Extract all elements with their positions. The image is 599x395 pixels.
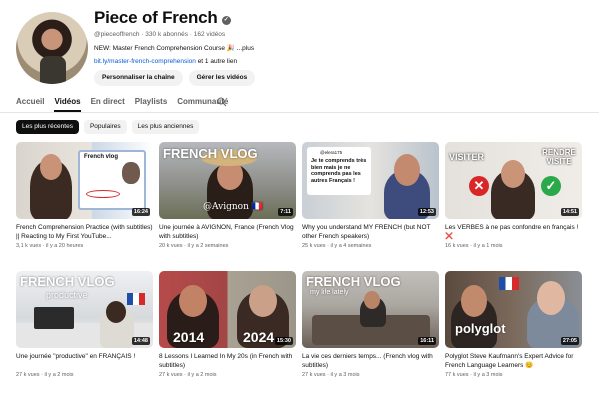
video-card[interactable]: FRENCH VLOG productive 14:48 Une journée… [16, 271, 153, 378]
video-card[interactable]: polyglot 27:05 Polyglot Steve Kaufmann's… [445, 271, 582, 378]
verified-icon: ✓ [221, 16, 231, 25]
thumbnail-overlay: FRENCH VLOG [163, 146, 258, 161]
video-card[interactable]: 2014 2024 15:30 8 Lessons I Learned In M… [159, 271, 296, 378]
video-title[interactable]: Une journée "productive" en FRANÇAIS ! [16, 353, 153, 370]
thumbnail-overlay-secondary: RENDRE VISITE [542, 148, 576, 166]
video-thumbnail[interactable]: @elera175 Je te comprends très bien mais… [302, 142, 439, 219]
video-meta: 16 k vues · il y a 1 mois [445, 243, 503, 249]
tab-live[interactable]: En direct [91, 97, 125, 112]
channel-link[interactable]: bit.ly/master-french-comprehension [94, 58, 196, 65]
thumbnail-overlay: 2014 [173, 329, 205, 345]
video-meta: 27 k vues · il y a 2 mois [16, 372, 74, 378]
video-duration: 14:51 [560, 208, 579, 216]
channel-description[interactable]: NEW: Master French Comprehension Course … [94, 44, 254, 52]
video-duration: 12:53 [417, 208, 436, 216]
channel-name: Piece of French ✓ [94, 8, 231, 28]
thumbnail-overlay-secondary: my life lately [310, 289, 349, 296]
video-thumbnail[interactable]: FRENCH VLOG my life lately 16:11 [302, 271, 439, 348]
thumbnail-overlay-secondary: @Avignon 🇫🇷 [203, 202, 263, 212]
channel-links: bit.ly/master-french-comprehension et 1 … [94, 58, 237, 65]
video-card[interactable]: FRENCH VLOG my life lately 16:11 La vie … [302, 271, 439, 378]
cross-icon: ✕ [469, 176, 489, 196]
tabs-divider [0, 112, 599, 113]
video-card[interactable]: FRENCH VLOG @Avignon 🇫🇷 7:11 Une journée… [159, 142, 296, 249]
sort-chips: Les plus récentes Populaires Les plus an… [16, 120, 200, 134]
video-thumbnail[interactable]: 2014 2024 15:30 [159, 271, 296, 348]
check-icon: ✓ [541, 176, 561, 196]
video-duration: 27:05 [560, 337, 579, 345]
video-meta: 25 k vues · il y a 4 semaines [302, 243, 372, 249]
tab-home[interactable]: Accueil [16, 97, 44, 112]
channel-avatar[interactable] [16, 12, 88, 84]
tab-videos[interactable]: Vidéos [54, 97, 81, 112]
channel-tabs: Accueil Vidéos En direct Playlists Commu… [16, 97, 238, 112]
video-card[interactable]: French vlog 16:24 French Comprehension P… [16, 142, 153, 249]
france-flag-icon [127, 293, 145, 305]
video-title[interactable]: Les VERBES à ne pas confondre en françai… [445, 224, 582, 241]
video-title[interactable]: Polyglot Steve Kaufmann's Expert Advice … [445, 353, 582, 370]
france-flag-icon [499, 277, 519, 290]
video-thumbnail[interactable]: VISITER RENDRE VISITE ✕ ✓ 14:51 [445, 142, 582, 219]
thumbnail-overlay-secondary: productive [46, 290, 88, 300]
chip-recent[interactable]: Les plus récentes [16, 120, 79, 134]
video-title[interactable]: 8 Lessons I Learned In My 20s (in French… [159, 353, 296, 370]
video-title[interactable]: Une journée à AVIGNON, France (French Vl… [159, 224, 296, 241]
video-duration: 14:48 [131, 337, 150, 345]
thumbnail-overlay: VISITER [449, 152, 485, 162]
thumbnail-comment-author: @elera175 [320, 150, 343, 155]
chip-oldest[interactable]: Les plus anciennes [131, 120, 200, 134]
thumbnail-overlay: polyglot [455, 321, 506, 336]
video-meta: 27 k vues · il y a 3 mois [302, 372, 360, 378]
video-thumbnail[interactable]: French vlog 16:24 [16, 142, 153, 219]
video-duration: 7:11 [278, 208, 293, 216]
video-thumbnail[interactable]: FRENCH VLOG productive 14:48 [16, 271, 153, 348]
customize-channel-button[interactable]: Personnaliser la chaîne [94, 70, 183, 86]
video-meta: 77 k vues · il y a 3 mois [445, 372, 503, 378]
search-icon[interactable] [217, 97, 227, 107]
video-duration: 15:30 [274, 337, 293, 345]
manage-videos-button[interactable]: Gérer les vidéos [188, 70, 256, 86]
thumbnail-overlay: French vlog [84, 154, 119, 160]
more-links[interactable]: et 1 autre lien [198, 58, 237, 65]
video-thumbnail[interactable]: FRENCH VLOG @Avignon 🇫🇷 7:11 [159, 142, 296, 219]
video-meta: 3,1 k vues · il y a 20 heures [16, 243, 84, 249]
video-card[interactable]: VISITER RENDRE VISITE ✕ ✓ 14:51 Les VERB… [445, 142, 582, 249]
video-card[interactable]: @elera175 Je te comprends très bien mais… [302, 142, 439, 249]
thumbnail-overlay: Je te comprends très bien mais je ne com… [311, 158, 367, 184]
video-thumbnail[interactable]: polyglot 27:05 [445, 271, 582, 348]
video-title[interactable]: French Comprehension Practice (with subt… [16, 224, 153, 241]
channel-stats: @pieceoffrench · 330 k abonnés · 162 vid… [94, 31, 226, 38]
chip-popular[interactable]: Populaires [83, 120, 127, 134]
video-title[interactable]: Why you understand MY FRENCH (but NOT ot… [302, 224, 439, 241]
video-title[interactable]: La vie ces derniers temps... (French vlo… [302, 353, 439, 370]
more-link[interactable]: plus [242, 45, 254, 52]
thumbnail-overlay: FRENCH VLOG [306, 274, 401, 289]
tab-playlists[interactable]: Playlists [135, 97, 167, 112]
video-meta: 20 k vues · il y a 2 semaines [159, 243, 229, 249]
video-duration: 16:11 [418, 337, 436, 345]
video-duration: 16:24 [131, 208, 150, 216]
video-meta: 27 k vues · il y a 2 mois [159, 372, 217, 378]
thumbnail-overlay-secondary: 2024 [243, 329, 275, 345]
thumbnail-overlay: FRENCH VLOG [20, 274, 115, 289]
